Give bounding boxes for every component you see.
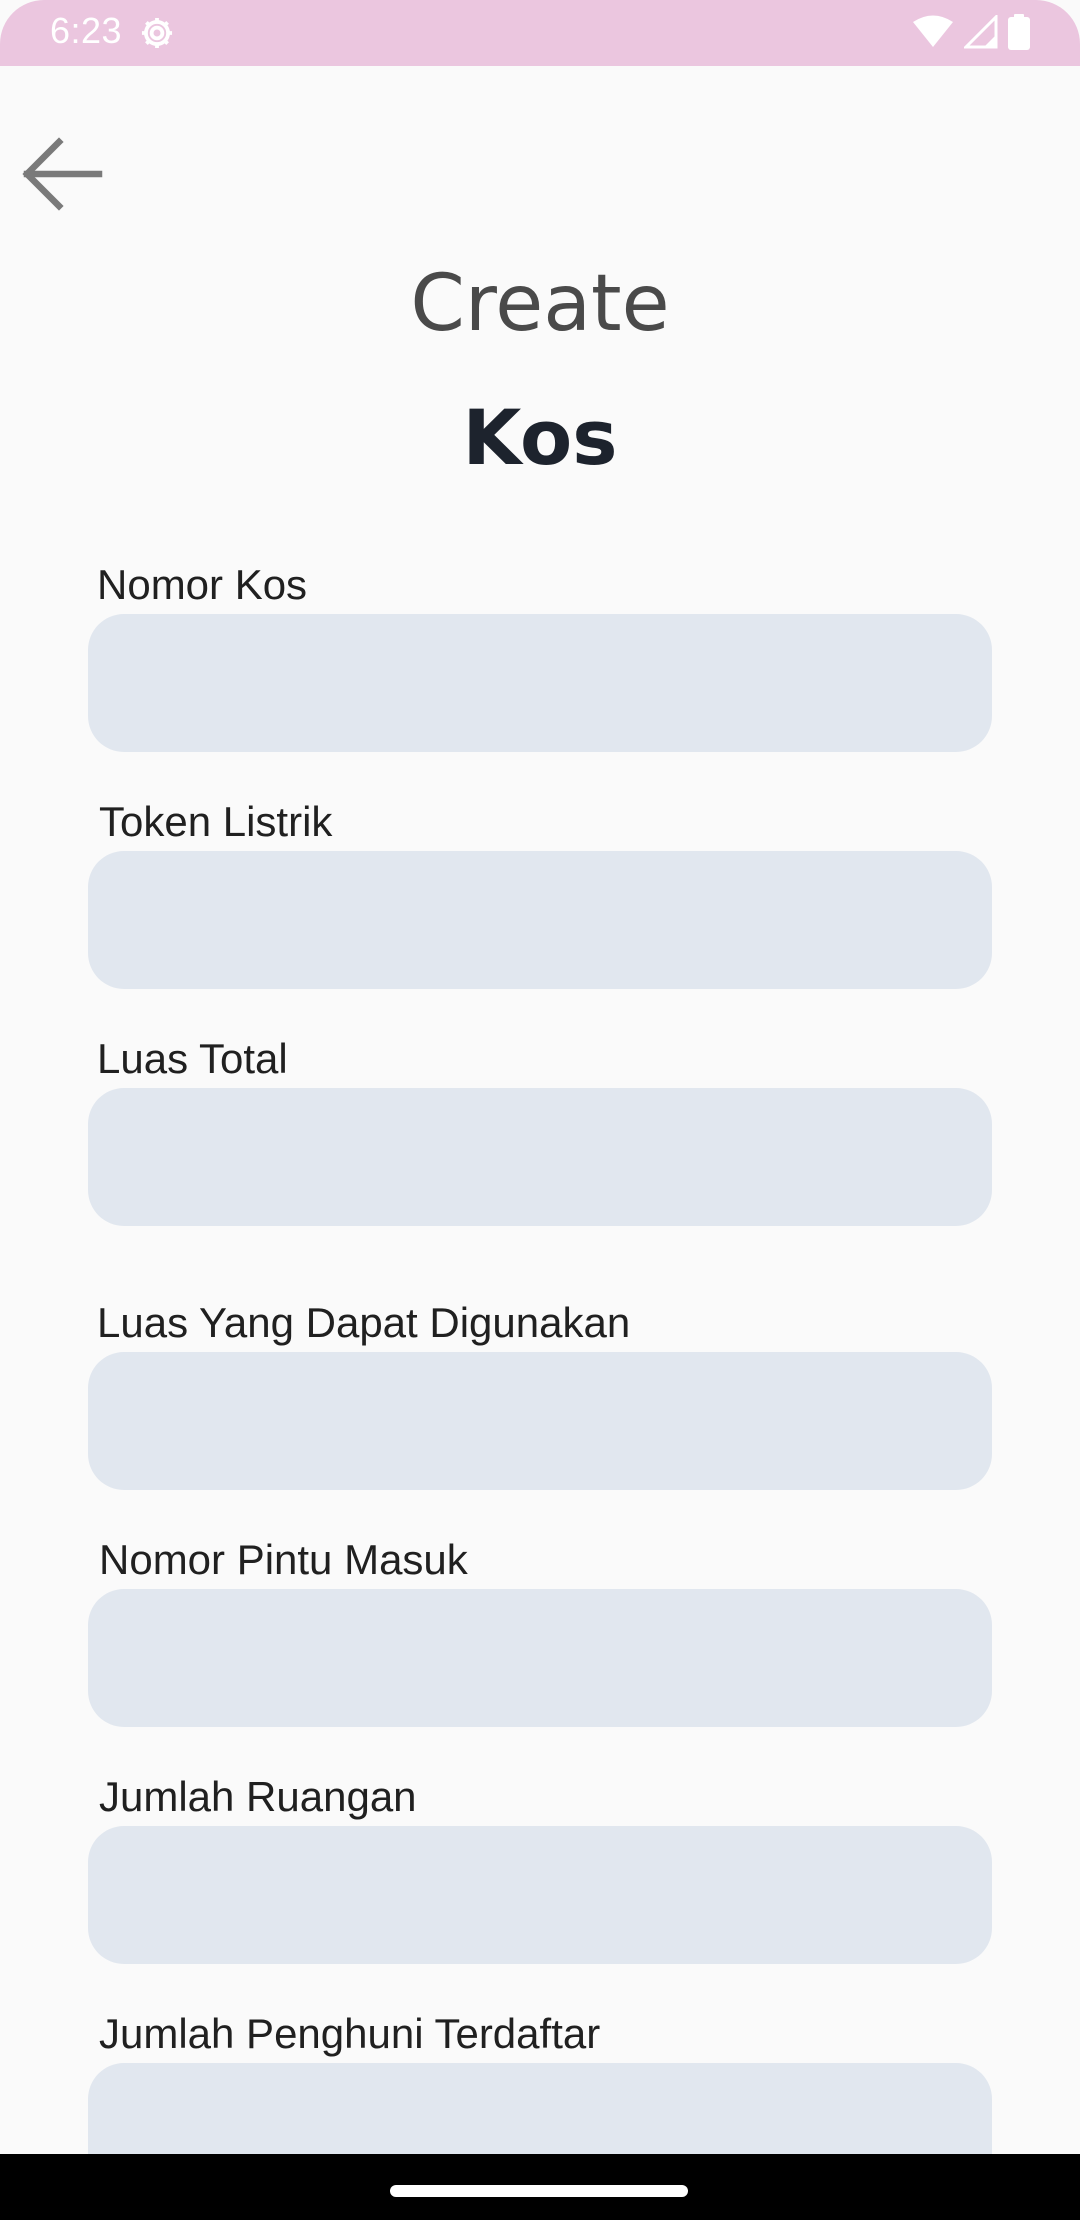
field-label-luas-total: Luas Total	[97, 1035, 288, 1082]
field-label-jumlah-penghuni: Jumlah Penghuni Terdaftar	[99, 2010, 601, 2057]
field-label-nomor-kos: Nomor Kos	[97, 561, 308, 608]
signal-icon	[962, 13, 998, 53]
home-gesture-handle[interactable]	[390, 2185, 688, 2197]
navigation-bar	[0, 2154, 1080, 2220]
nomor-pintu-masuk-input[interactable]	[88, 1589, 992, 1727]
status-time: 6:23	[50, 10, 123, 51]
field-label-nomor-pintu-masuk: Nomor Pintu Masuk	[99, 1536, 468, 1583]
wifi-icon	[912, 15, 954, 53]
page-title: Create	[410, 259, 670, 349]
jumlah-ruangan-input[interactable]	[88, 1826, 992, 1964]
settings-icon	[138, 14, 176, 52]
luas-digunakan-input[interactable]	[88, 1352, 992, 1490]
token-listrik-input[interactable]	[88, 851, 992, 989]
battery-icon	[1008, 14, 1030, 54]
arrow-left-icon	[19, 136, 105, 216]
field-label-luas-digunakan: Luas Yang Dapat Digunakan	[97, 1299, 631, 1346]
luas-total-input[interactable]	[88, 1088, 992, 1226]
back-button[interactable]	[14, 134, 110, 218]
status-bar: 6:23	[0, 0, 1080, 66]
page-subtitle: Kos	[462, 393, 618, 482]
nomor-kos-input[interactable]	[88, 614, 992, 752]
status-indicators	[912, 13, 1030, 54]
field-label-jumlah-ruangan: Jumlah Ruangan	[99, 1773, 417, 1820]
field-label-token-listrik: Token Listrik	[99, 798, 333, 845]
